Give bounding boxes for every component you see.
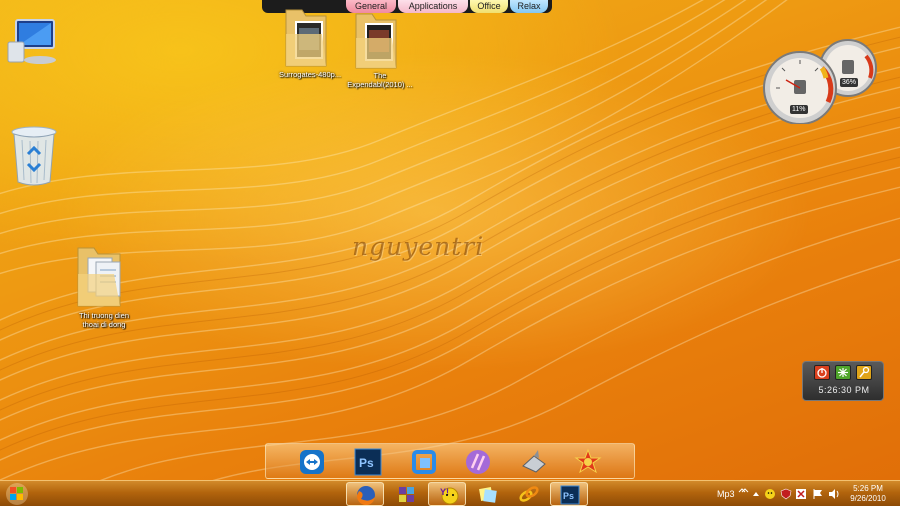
photoshop-icon: Ps (560, 485, 580, 505)
cpu-meter-gadget[interactable]: 11% 36% (762, 38, 882, 125)
notes-icon (479, 487, 497, 503)
power-icon[interactable] (814, 365, 830, 380)
desktop-icon-expendables-folder[interactable] (354, 10, 400, 70)
svg-text:Ps: Ps (359, 456, 374, 470)
tray-volume-icon[interactable] (828, 487, 840, 499)
recycle-bin-icon (11, 126, 57, 186)
teamviewer-icon[interactable] (298, 448, 326, 476)
desktop-icon-surrogates-folder[interactable] (282, 4, 330, 68)
photoshop-icon[interactable]: Ps (354, 448, 382, 476)
restart-icon[interactable] (835, 365, 851, 380)
gauge-dials (763, 39, 877, 125)
lock-key-icon[interactable] (856, 365, 872, 380)
yahoo-grid-icon (399, 487, 414, 502)
taskbar: Y! Ps Mp3 5:26 PM 9/26/2010 (0, 480, 900, 506)
folder-icon (285, 9, 327, 67)
taskbar-clock-time: 5:26 PM (853, 484, 883, 493)
link-icon (519, 486, 539, 502)
firefox-icon (356, 486, 375, 506)
tab-office[interactable]: Office (470, 0, 508, 13)
game-star-icon[interactable] (574, 448, 602, 476)
tray-expand-icon[interactable] (737, 485, 749, 497)
memory-usage-readout: 36% (840, 78, 859, 87)
tray-shield-icon[interactable] (780, 487, 792, 500)
app-purple-icon[interactable] (464, 448, 492, 476)
svg-text:Ps: Ps (563, 491, 574, 501)
game-ship-icon[interactable] (520, 448, 548, 476)
mp3-toolbar-label[interactable]: Mp3 (717, 489, 735, 499)
folder-icon (355, 13, 397, 69)
gadget-clock-time: 5:26:30 PM (818, 385, 870, 395)
tray-antivirus-icon[interactable] (795, 487, 807, 499)
thi-truong-folder-label-line1: Thi truong dien (78, 311, 130, 320)
wallpaper-signature: nguyentri (352, 232, 485, 261)
tab-applications[interactable]: Applications (398, 0, 468, 13)
desktop-icon-thi-truong-folder[interactable] (76, 244, 124, 308)
cpu-usage-readout: 11% (790, 105, 808, 114)
tray-show-hidden-icon[interactable] (750, 487, 762, 499)
surrogates-folder-label: Surrogates-480p... (278, 70, 342, 79)
computer-icon (7, 19, 56, 64)
taskbar-yahoo-grid[interactable] (388, 482, 426, 506)
thi-truong-folder-label-line2: thoai di dong (82, 320, 126, 329)
yahoo-messenger-icon: Y! (440, 487, 459, 505)
shutdown-clock-gadget: 5:26:30 PM (802, 361, 884, 401)
taskbar-photoshop[interactable]: Ps (550, 482, 588, 506)
expendables-folder-label-line2: Expendabl(2010) ... (347, 80, 413, 89)
tab-relax[interactable]: Relax (510, 0, 548, 13)
expendables-folder-label-line1: The (373, 71, 387, 80)
desktop-icon-computer[interactable] (4, 16, 62, 68)
windows-logo-icon (6, 483, 28, 505)
taskbar-clock[interactable]: 5:26 PM 9/26/2010 (842, 484, 894, 504)
desktop-icon-recycle-bin[interactable] (8, 124, 60, 188)
tray-messenger-icon[interactable] (764, 487, 776, 499)
taskbar-notes[interactable] (468, 482, 506, 506)
taskbar-firefox[interactable] (346, 482, 384, 506)
app-dock: Ps (265, 443, 635, 479)
folder-icon (77, 247, 121, 307)
start-button[interactable] (4, 482, 30, 506)
taskbar-clock-date: 9/26/2010 (850, 494, 886, 503)
taskbar-yahoo-messenger[interactable]: Y! (428, 482, 466, 506)
taskbar-link-app[interactable] (510, 482, 548, 506)
tray-flag-icon[interactable] (812, 487, 824, 499)
app-blue-icon[interactable] (410, 448, 438, 476)
